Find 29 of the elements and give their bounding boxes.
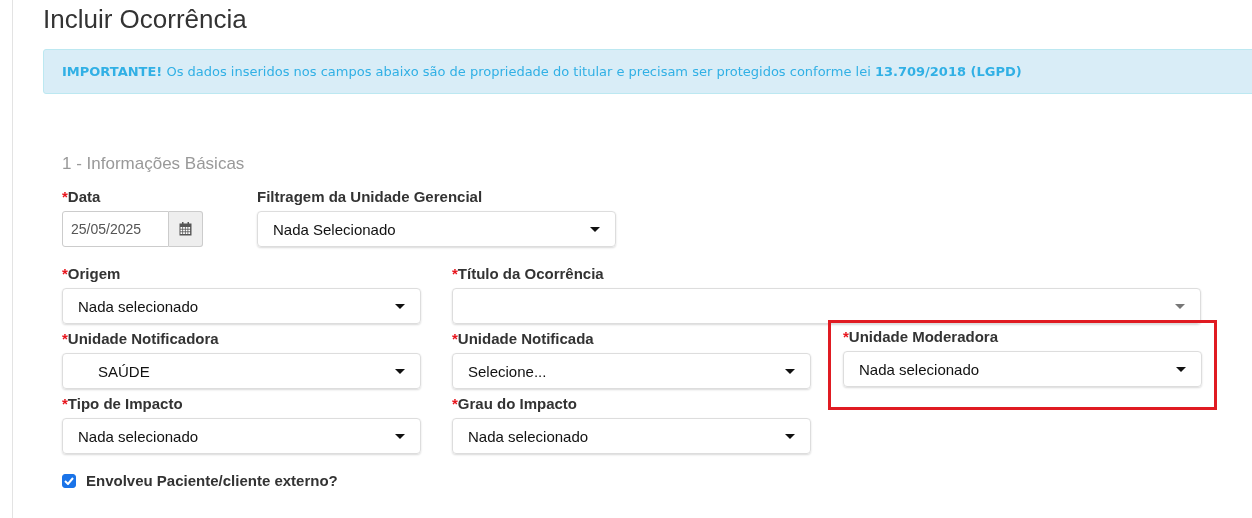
required-mark: * [452, 395, 458, 414]
page-title: Incluir Ocorrência [43, 3, 248, 36]
field-label: Unidade Notificadora [67, 330, 219, 349]
field-label: Grau do Impacto [457, 395, 578, 414]
field-label: Unidade Moderadora [848, 328, 999, 347]
alert-banner: IMPORTANTE! Os dados inseridos nos campos abaixo são de propriedade do titular e precisam ser protegidos conforme lei 13.709/2018 (LGPD) [43, 49, 1252, 94]
required-mark: * [62, 188, 68, 207]
required-mark: * [843, 328, 849, 347]
section-title: 1 - Informações Básicas [62, 154, 246, 174]
field-label: Filtragem da Unidade Gerencial [257, 188, 483, 207]
select-dropdown[interactable]: Nada selecionado [452, 418, 811, 454]
date-field[interactable]: 25/05/2025 [62, 211, 169, 247]
field-label: Tipo de Impacto [67, 395, 183, 414]
select-dropdown[interactable]: Nada selecionado [843, 351, 1202, 387]
required-mark: * [62, 395, 68, 414]
field-label: Origem [67, 265, 121, 284]
select-dropdown[interactable]: Nada selecionado [62, 288, 421, 324]
required-mark: * [452, 265, 458, 284]
checkbox-label: Envolveu Paciente/cliente externo? [86, 472, 338, 489]
field-label: Unidade Notificada [457, 330, 594, 349]
required-mark: * [452, 330, 458, 349]
select-dropdown[interactable]: Selecione... [452, 353, 811, 389]
select-dropdown[interactable]: Nada Selecionado [257, 211, 616, 247]
field-label: Data [67, 188, 101, 207]
select-dropdown[interactable]: Nada selecionado [62, 418, 421, 454]
required-mark: * [62, 330, 68, 349]
select-dropdown[interactable]: SAÚDE [62, 353, 421, 389]
required-mark: * [62, 265, 68, 284]
field-label: Título da Ocorrência [457, 265, 604, 284]
